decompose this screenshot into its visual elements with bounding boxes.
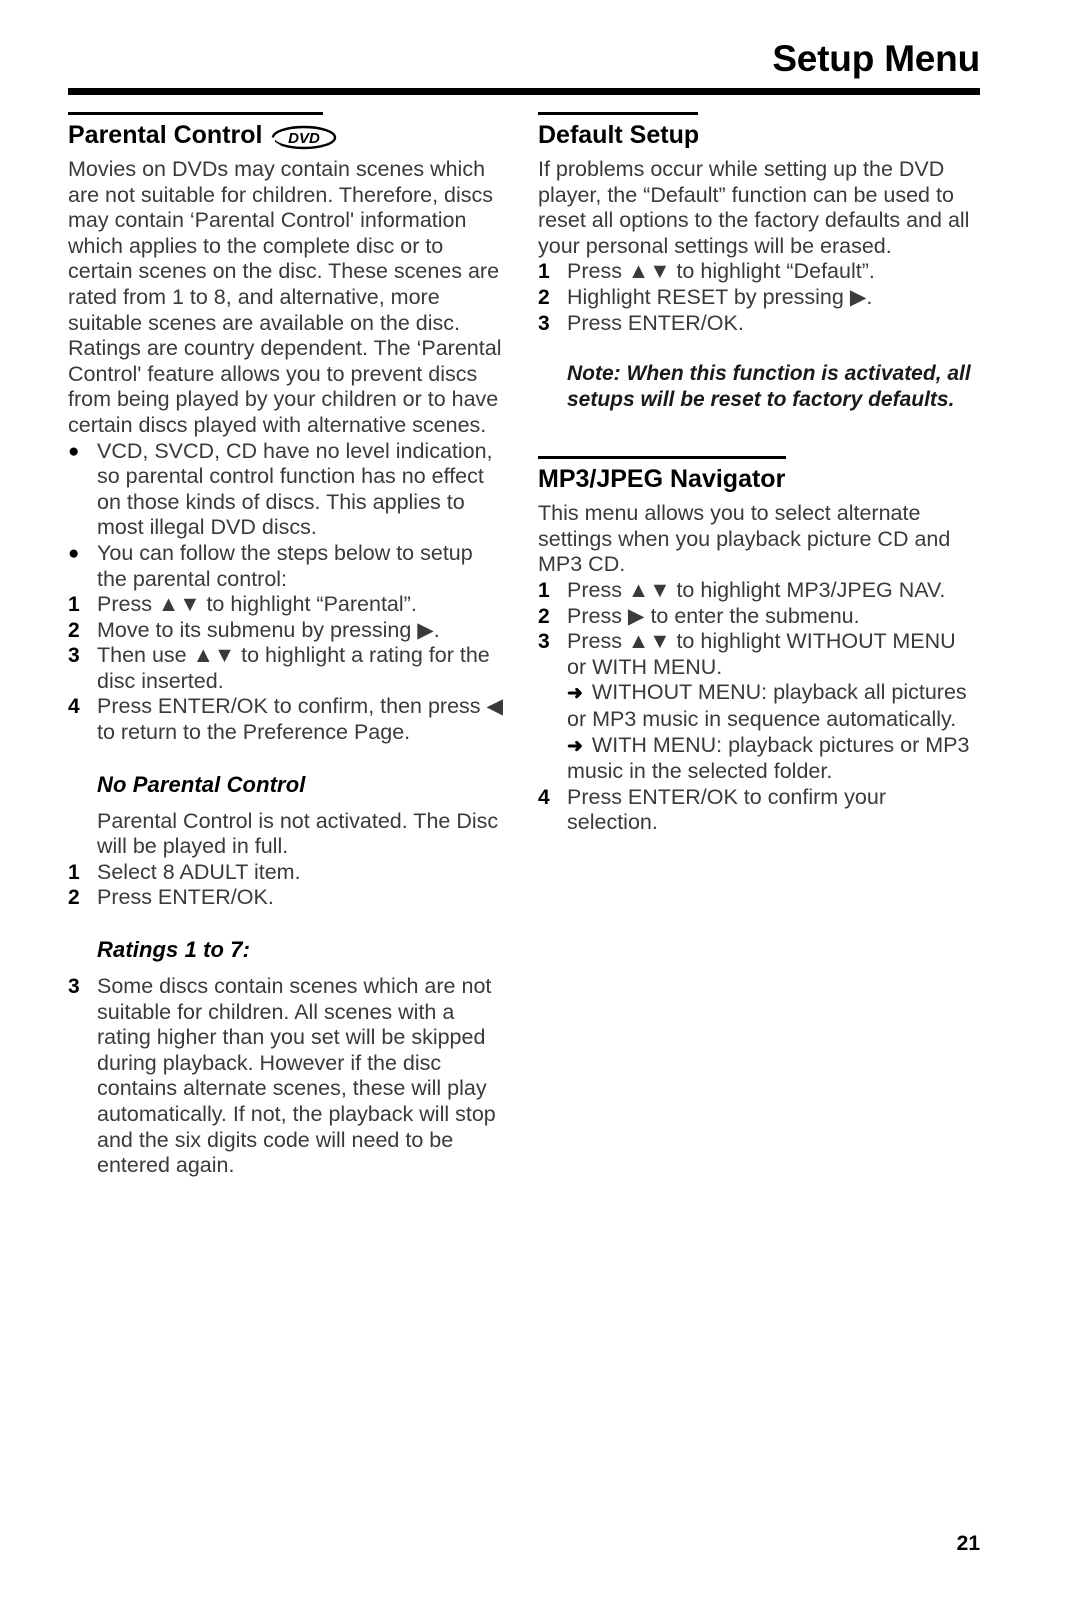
numbered-step: 1 Select 8 ADULT item. <box>68 860 508 886</box>
numbered-step: 3 Press ▲▼ to highlight WITHOUT MENU or … <box>538 629 980 680</box>
section-parental-control: Parental Control DVD <box>68 112 508 150</box>
step-text: Select 8 ADULT item. <box>97 859 301 884</box>
sub-item-text: WITH MENU: playback pictures or MP3 musi… <box>567 732 970 784</box>
step-number: 1 <box>68 593 80 617</box>
list-item-text: You can follow the steps below to setup … <box>97 540 473 591</box>
section-heading-rule <box>538 456 786 460</box>
svg-text:DVD: DVD <box>289 130 321 147</box>
step-text: Press ▲▼ to highlight WITHOUT MENU or WI… <box>567 629 956 679</box>
section-heading: MP3/JPEG Navigator <box>538 466 980 493</box>
step-number: 1 <box>68 860 80 884</box>
step-number: 2 <box>538 604 550 628</box>
numbered-step: 1 Press ▲▼ to highlight “Parental”. <box>68 592 508 618</box>
list-item: ● You can follow the steps below to setu… <box>68 541 508 592</box>
step-text: Press ▲▼ to highlight “Default”. <box>567 259 875 284</box>
list-item-text: VCD, SVCD, CD have no level indication, … <box>97 438 493 540</box>
document-page: Setup Menu Parental Control DVD Movies o… <box>0 0 1080 1618</box>
step-text: Some discs contain scenes which are not … <box>97 974 496 1178</box>
no-parental-paragraph: Parental Control is not activated. The D… <box>68 809 508 860</box>
left-column: Parental Control DVD Movies on DVDs may … <box>68 112 508 1179</box>
step-text: Highlight RESET by pressing ▶. <box>567 284 873 309</box>
numbered-step: 1 Press ▲▼ to highlight MP3/JPEG NAV. <box>538 578 980 604</box>
numbered-step: 3 Press ENTER/OK. <box>538 311 980 337</box>
section-default-setup: Default Setup <box>538 112 980 149</box>
section-heading-rule <box>538 112 698 115</box>
section-heading-rule <box>68 112 323 115</box>
step-text: Press ▲▼ to highlight “Parental”. <box>97 592 417 617</box>
bullet-icon: ● <box>68 440 80 462</box>
mp3-navigator-intro: This menu allows you to select alternate… <box>538 501 951 577</box>
sub-item: ➜ WITH MENU: playback pictures or MP3 mus… <box>567 733 980 785</box>
header-divider <box>68 88 980 95</box>
step-text: Press ENTER/OK to confirm your selection… <box>567 784 886 835</box>
step-text: Press ENTER/OK to confirm, then press ◀ … <box>97 694 504 745</box>
no-parental-text: Parental Control is not activated. The D… <box>97 808 499 859</box>
step-text: Press ▲▼ to highlight MP3/JPEG NAV. <box>567 577 946 602</box>
numbered-step: 2 Press ▶ to enter the submenu. <box>538 604 980 630</box>
dvd-logo-icon: DVD <box>271 123 337 150</box>
step-number: 1 <box>538 260 550 284</box>
subheading-no-parental-control: No Parental Control <box>97 771 306 797</box>
numbered-step: 1 Press ▲▼ to highlight “Default”. <box>538 259 980 285</box>
arrow-right-icon: ➜ <box>567 735 583 757</box>
step-text: Press ENTER/OK. <box>567 310 744 335</box>
step-number: 1 <box>538 578 550 602</box>
section-heading-label: Parental Control <box>68 121 263 149</box>
step-number: 2 <box>68 886 80 910</box>
step-text: Then use ▲▼ to highlight a rating for th… <box>97 643 490 693</box>
subheading-ratings: Ratings 1 to 7: <box>97 937 251 963</box>
right-column: Default Setup If problems occur while se… <box>538 112 980 836</box>
list-item: ● VCD, SVCD, CD have no level indication… <box>68 439 508 541</box>
section-heading-label: Default Setup <box>538 121 700 149</box>
numbered-step: 4 Press ENTER/OK to confirm your selecti… <box>538 785 980 836</box>
page-header-title: Setup Menu <box>772 38 980 79</box>
numbered-step: 3 Then use ▲▼ to highlight a rating for … <box>68 643 508 694</box>
step-number: 3 <box>538 311 550 335</box>
section-mp3-jpeg-navigator: MP3/JPEG Navigator <box>538 456 980 493</box>
step-text: Press ▶ to enter the submenu. <box>567 603 860 628</box>
step-text: Press ENTER/OK. <box>97 885 274 910</box>
parental-intro-paragraph: Movies on DVDs may contain scenes which … <box>68 157 502 437</box>
step-number: 2 <box>68 618 80 642</box>
sub-item-text: WITHOUT MENU: playback all pictures or M… <box>567 680 967 731</box>
numbered-step: 3 Some discs contain scenes which are no… <box>68 974 508 1179</box>
step-number: 4 <box>68 695 80 719</box>
bullet-icon: ● <box>68 542 80 564</box>
numbered-step: 2 Move to its submenu by pressing ▶. <box>68 618 508 644</box>
step-number: 3 <box>68 644 80 668</box>
section-heading: Default Setup <box>538 122 980 149</box>
step-number: 4 <box>538 785 550 809</box>
step-number: 3 <box>538 630 550 654</box>
default-setup-intro: If problems occur while setting up the D… <box>538 157 970 258</box>
numbered-step: 2 Highlight RESET by pressing ▶. <box>538 285 980 311</box>
default-setup-note: Note: When this function is activated, a… <box>567 362 971 411</box>
section-heading-label: MP3/JPEG Navigator <box>538 465 786 494</box>
step-number: 2 <box>538 285 550 309</box>
page-number: 21 <box>956 1532 980 1555</box>
numbered-step: 2 Press ENTER/OK. <box>68 885 508 911</box>
step-text: Move to its submenu by pressing ▶. <box>97 617 440 642</box>
section-heading: Parental Control DVD <box>68 121 508 150</box>
sub-item: ➜ WITHOUT MENU: playback all pictures or … <box>567 680 980 732</box>
arrow-right-icon: ➜ <box>567 683 583 705</box>
numbered-step: 4 Press ENTER/OK to confirm, then press … <box>68 694 508 745</box>
step-number: 3 <box>68 975 80 999</box>
